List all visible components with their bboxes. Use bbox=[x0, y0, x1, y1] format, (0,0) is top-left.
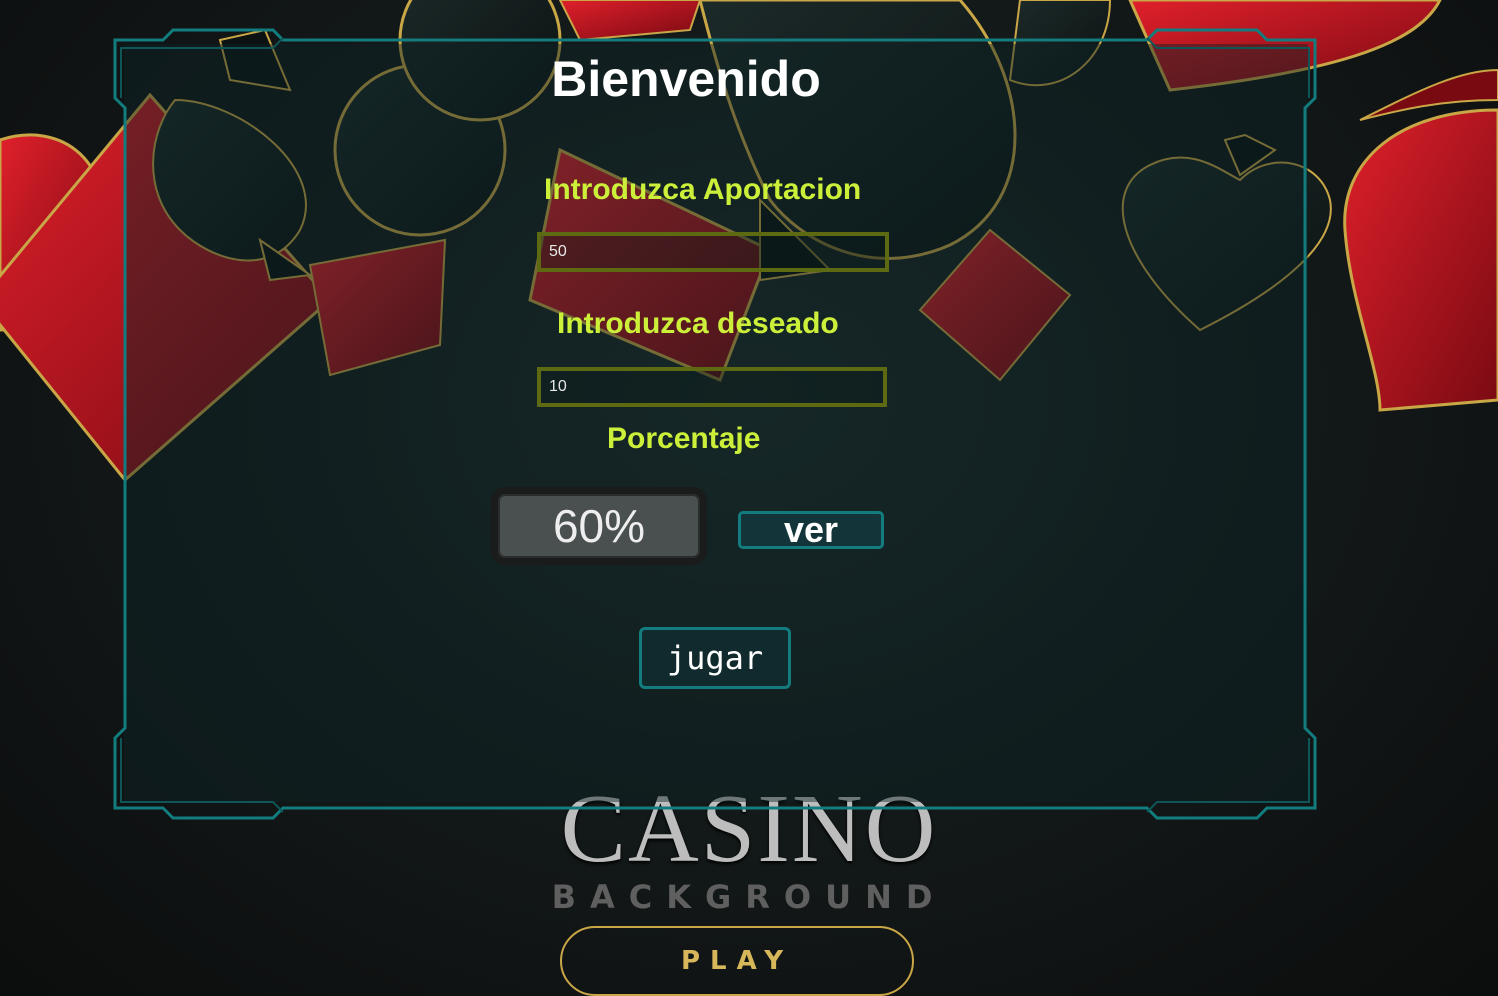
porcentaje-label: Porcentaje bbox=[607, 422, 761, 455]
ver-button[interactable]: ver bbox=[738, 511, 884, 549]
casino-logo-subtitle: BACKGROUND bbox=[551, 878, 947, 916]
jugar-button[interactable]: jugar bbox=[639, 627, 791, 689]
aportacion-label: Introduzca Aportacion bbox=[544, 173, 862, 206]
background-play-button: PLAY bbox=[560, 926, 914, 996]
aportacion-input[interactable] bbox=[537, 232, 889, 272]
heart-suit-icon bbox=[1343, 108, 1498, 412]
porcentaje-display: 60% bbox=[491, 487, 707, 565]
deseado-label: Introduzca deseado bbox=[557, 307, 839, 340]
deseado-input[interactable] bbox=[537, 367, 887, 407]
porcentaje-value: 60% bbox=[552, 500, 646, 552]
page-title: Bienvenido bbox=[551, 51, 821, 107]
